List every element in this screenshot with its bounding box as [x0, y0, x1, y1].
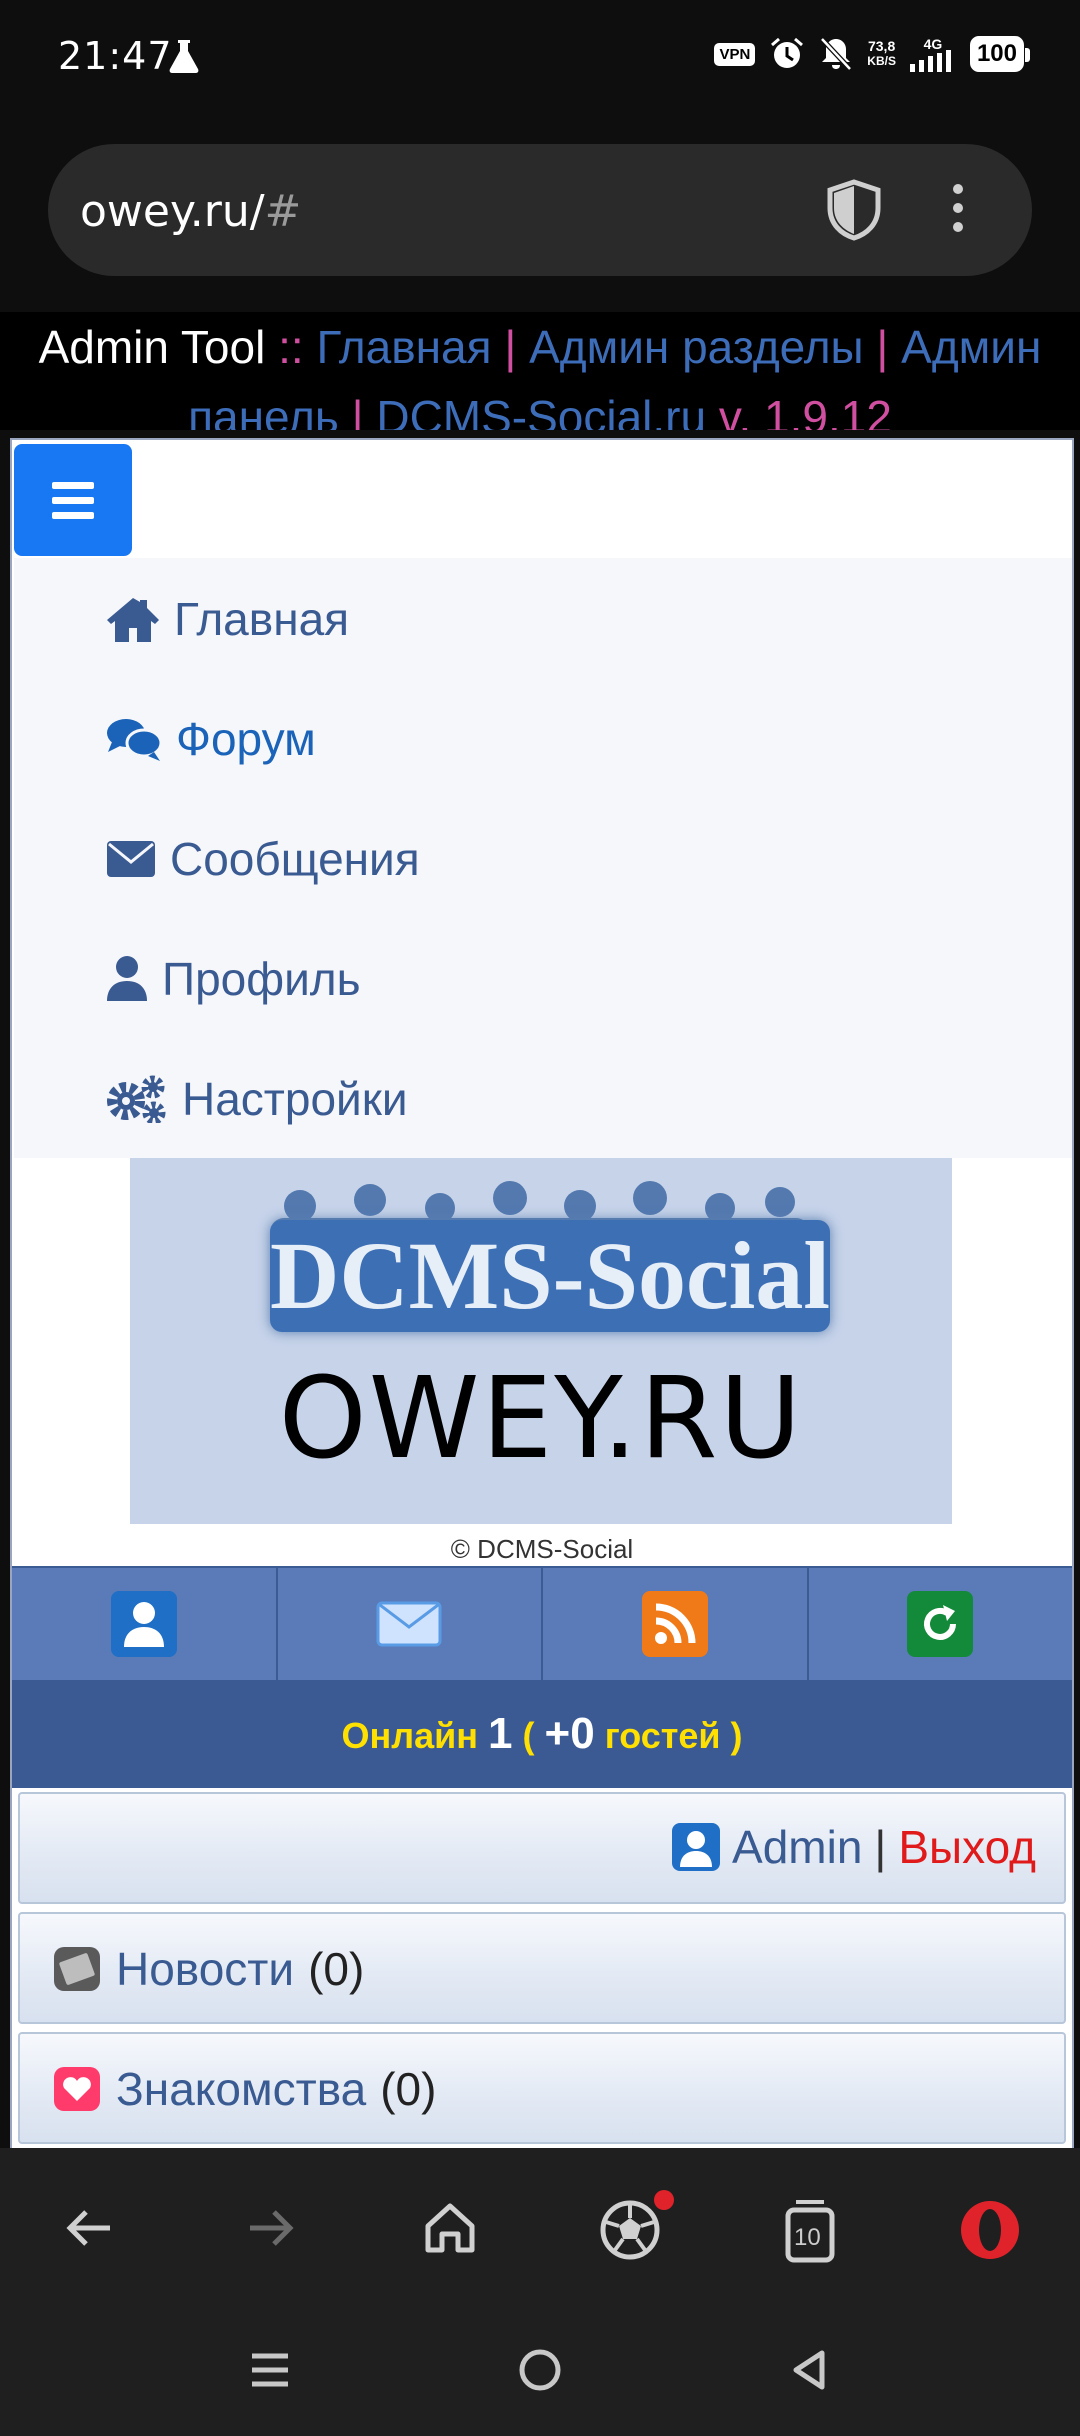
battery-indicator: 100	[969, 36, 1031, 72]
menu-item-label: Форум	[176, 713, 316, 765]
user-icon	[107, 956, 147, 1001]
flask-icon	[169, 40, 199, 73]
page-content: Главная Форум Сообщения Профиль Настройк…	[10, 438, 1074, 2152]
back-triangle-icon[interactable]	[788, 2348, 832, 2392]
menu-item-forum[interactable]: Форум	[106, 712, 316, 766]
rss-tile-icon	[641, 1591, 708, 1657]
tabs-count: 10	[794, 2224, 821, 2251]
online-paren: (	[522, 1715, 535, 1756]
quick-profile-button[interactable]	[12, 1568, 278, 1680]
quick-mail-button[interactable]	[278, 1568, 543, 1680]
section-count: (0)	[308, 1943, 365, 1995]
admin-link-divider: |	[876, 321, 889, 373]
opera-logo-icon[interactable]	[958, 2198, 1022, 2262]
comments-icon	[107, 719, 162, 761]
quick-icons-row	[12, 1566, 1072, 1682]
copyright-text: © DCMS-Social	[450, 1534, 634, 1564]
admin-tool-title: Admin Tool	[38, 321, 266, 373]
site-name: OWEY.RU	[278, 1354, 804, 1484]
signal-indicator: 4G	[909, 36, 956, 72]
user-avatar-icon	[672, 1823, 721, 1871]
logout-link[interactable]: Выход	[898, 1820, 1036, 1874]
section-count: (0)	[380, 2063, 437, 2115]
address-bar[interactable]: owey.ru/#	[48, 144, 1032, 276]
section-dating[interactable]: Знакомства (0)	[18, 2032, 1066, 2144]
username-link[interactable]: Admin	[732, 1820, 862, 1874]
admin-version: v. 1.9.12	[718, 391, 892, 430]
news-icon	[54, 1947, 100, 1991]
home-icon	[107, 598, 159, 642]
profile-tile-icon	[110, 1591, 177, 1657]
menu-item-label: Сообщения	[170, 833, 420, 885]
shield-icon[interactable]	[824, 178, 884, 242]
quick-rss-button[interactable]	[543, 1568, 809, 1680]
cogs-icon	[107, 1075, 166, 1123]
url-text[interactable]: owey.ru/#	[80, 186, 301, 237]
more-options-icon[interactable]	[938, 178, 978, 242]
notification-dot	[654, 2190, 674, 2210]
quick-refresh-button[interactable]	[809, 1568, 1073, 1680]
admin-link-divider: |	[504, 321, 517, 373]
system-nav-bar	[0, 2316, 1080, 2436]
menu-item-label: Профиль	[162, 953, 361, 1005]
browser-bottom-bar: 10	[0, 2148, 1080, 2316]
section-title: Новости	[116, 1943, 295, 1995]
section-news[interactable]: Новости (0)	[18, 1912, 1066, 2024]
admin-link-home[interactable]: Главная	[316, 321, 491, 373]
admin-link-divider: |	[351, 391, 364, 430]
section-title: Знакомства	[116, 2063, 367, 2115]
vpn-badge: VPN	[714, 42, 756, 66]
forward-arrow-icon[interactable]	[240, 2198, 300, 2258]
online-label: Онлайн	[341, 1715, 478, 1756]
user-bar: Admin | Выход	[18, 1792, 1066, 1904]
heart-icon	[54, 2067, 100, 2111]
menu-toggle-button[interactable]	[14, 444, 132, 556]
admin-tool-bar: Admin Tool :: Главная | Админ разделы | …	[0, 312, 1080, 430]
guests-count: +0	[544, 1709, 595, 1758]
admin-link-dcms[interactable]: DCMS-Social.ru	[376, 391, 706, 430]
envelope-icon	[107, 841, 155, 877]
status-icons: VPN 73,8 KB/S 4G 100	[714, 36, 1031, 72]
menu-item-label: Главная	[174, 593, 350, 645]
status-time: 21:47	[58, 34, 173, 78]
mail-tile-icon	[376, 1591, 442, 1657]
browser-toolbar: owey.ru/#	[0, 120, 1080, 312]
menu-item-settings[interactable]: Настройки	[106, 1072, 408, 1126]
main-menu: Главная Форум Сообщения Профиль Настройк…	[14, 558, 1072, 1158]
dcms-logo-text: DCMS-Social	[270, 1220, 830, 1332]
guests-label: гостей )	[604, 1715, 743, 1756]
soccer-ball-icon[interactable]	[598, 2190, 674, 2262]
site-banner[interactable]: DCMS-Social OWEY.RU	[130, 1158, 952, 1524]
signal-bars-icon	[909, 50, 951, 72]
user-divider: |	[874, 1821, 887, 1873]
net-speed: 73,8 KB/S	[867, 38, 896, 69]
menu-item-label: Настройки	[182, 1073, 408, 1125]
home-circle-icon[interactable]	[518, 2348, 562, 2392]
home-nav-icon[interactable]	[420, 2198, 480, 2258]
online-count: 1	[487, 1709, 513, 1758]
recents-icon[interactable]	[248, 2348, 292, 2392]
menu-item-profile[interactable]: Профиль	[106, 952, 361, 1006]
online-counter[interactable]: Онлайн 1 ( +0 гостей )	[12, 1680, 1072, 1788]
tabs-button[interactable]: 10	[780, 2198, 840, 2264]
alarm-icon	[771, 37, 804, 68]
refresh-tile-icon	[907, 1591, 974, 1657]
menu-item-home[interactable]: Главная	[106, 592, 349, 646]
menu-item-messages[interactable]: Сообщения	[106, 832, 420, 886]
admin-tool-separator: ::	[278, 321, 304, 373]
status-bar: 21:47 VPN 73,8 KB/S 4G 100	[0, 0, 1080, 120]
admin-link-sections[interactable]: Админ разделы	[529, 321, 864, 373]
back-arrow-icon[interactable]	[60, 2198, 120, 2258]
mute-bell-icon	[820, 37, 853, 71]
